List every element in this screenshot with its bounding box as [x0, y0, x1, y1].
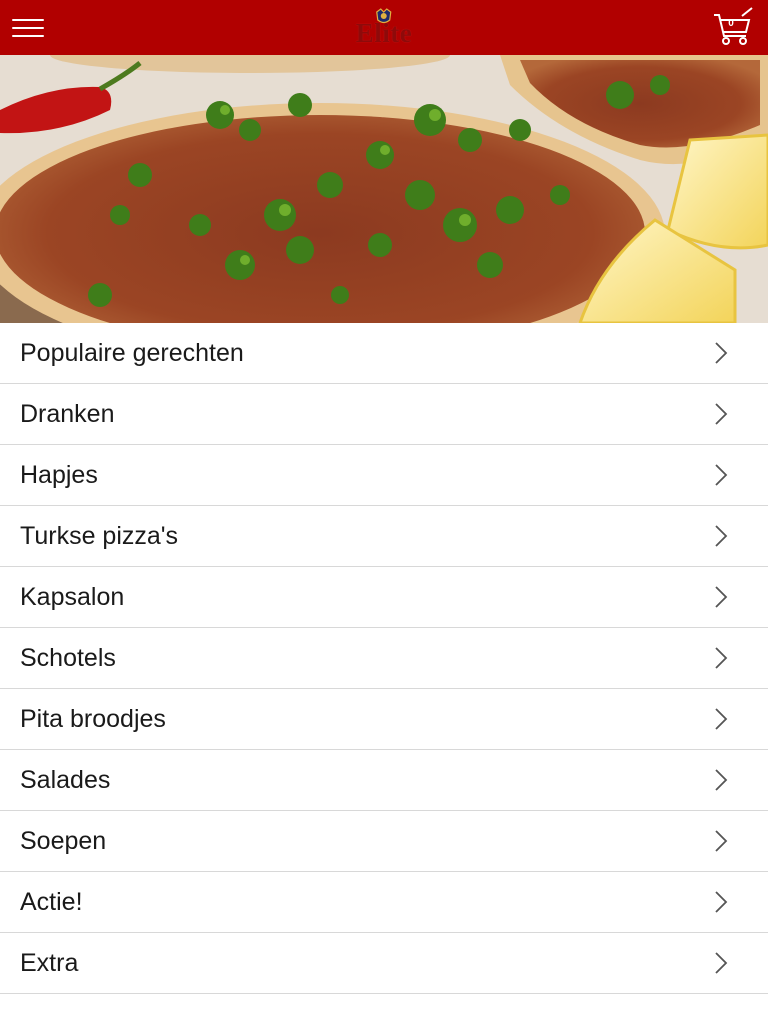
- chevron-right-icon: [715, 525, 728, 547]
- category-label: Kapsalon: [20, 582, 125, 611]
- hamburger-menu-icon[interactable]: [12, 13, 46, 43]
- category-item[interactable]: Soepen: [0, 811, 768, 872]
- chevron-right-icon: [715, 830, 728, 852]
- chevron-right-icon: [715, 464, 728, 486]
- category-label: Pita broodjes: [20, 704, 166, 733]
- category-item[interactable]: Actie!: [0, 872, 768, 933]
- chevron-right-icon: [715, 586, 728, 608]
- category-item[interactable]: Salades: [0, 750, 768, 811]
- category-item[interactable]: Populaire gerechten: [0, 323, 768, 384]
- category-label: Salades: [20, 765, 111, 794]
- category-item[interactable]: Pita broodjes: [0, 689, 768, 750]
- category-list: Populaire gerechten Dranken Hapjes Turks…: [0, 323, 768, 994]
- category-item[interactable]: Schotels: [0, 628, 768, 689]
- category-label: Hapjes: [20, 460, 98, 489]
- chevron-right-icon: [715, 403, 728, 425]
- category-label: Turkse pizza's: [20, 521, 179, 550]
- category-item[interactable]: Turkse pizza's: [0, 506, 768, 567]
- category-label: Populaire gerechten: [20, 338, 244, 367]
- shopping-cart-icon[interactable]: 0: [712, 6, 756, 50]
- category-label: Dranken: [20, 399, 115, 428]
- chevron-right-icon: [715, 342, 728, 364]
- category-label: Actie!: [20, 887, 83, 916]
- chevron-right-icon: [715, 891, 728, 913]
- app-header: Elite 0: [0, 0, 768, 55]
- category-item[interactable]: Extra: [0, 933, 768, 994]
- category-label: Soepen: [20, 826, 107, 855]
- logo-text: Elite: [355, 18, 413, 48]
- category-item[interactable]: Dranken: [0, 384, 768, 445]
- category-label: Extra: [20, 948, 79, 977]
- logo[interactable]: Elite: [356, 6, 413, 47]
- chevron-right-icon: [715, 708, 728, 730]
- chevron-right-icon: [715, 952, 728, 974]
- category-item[interactable]: Kapsalon: [0, 567, 768, 628]
- chevron-right-icon: [715, 769, 728, 791]
- category-item[interactable]: Hapjes: [0, 445, 768, 506]
- chevron-right-icon: [715, 647, 728, 669]
- cart-count-badge: 0: [728, 17, 734, 29]
- category-label: Schotels: [20, 643, 116, 672]
- hero-image: [0, 55, 768, 323]
